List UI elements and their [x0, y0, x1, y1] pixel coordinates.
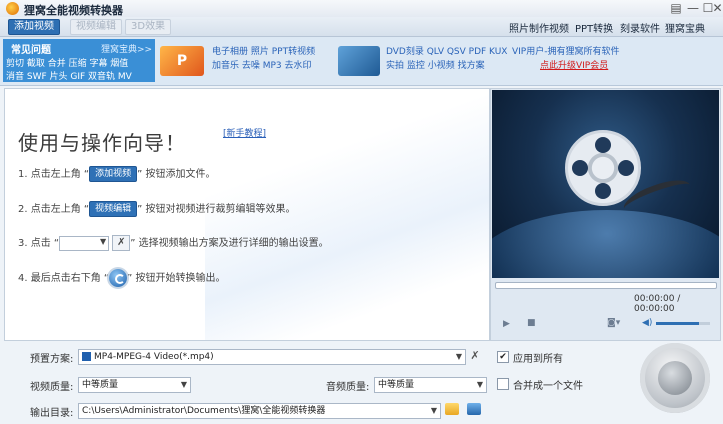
- guide-title: 使用与操作向导！: [18, 131, 186, 155]
- 3d-effects-button[interactable]: 3D效果: [125, 19, 172, 35]
- film-reel-icon: [565, 130, 641, 206]
- promo1-row1[interactable]: 电子相册 照片 PPT转视频: [212, 46, 315, 58]
- volume-slider[interactable]: [656, 322, 710, 325]
- convert-button[interactable]: [640, 343, 710, 413]
- tutorial-link[interactable]: [新手教程]: [223, 126, 266, 139]
- output-settings: 预置方案: MP4-MPEG-4 Video(*.mp4) ▼ ✗ ✔ 应用到所…: [0, 341, 723, 424]
- preset-select[interactable]: MP4-MPEG-4 Video(*.mp4) ▼: [78, 349, 466, 365]
- preview-horizon: [492, 210, 719, 278]
- link-photo-video[interactable]: 照片制作视频: [509, 20, 569, 35]
- menu-icon[interactable]: ▤: [668, 0, 684, 16]
- video-preview: [492, 90, 719, 278]
- stop-icon[interactable]: ■: [527, 318, 536, 328]
- step3-suffix: ” 选择视频输出方案及进行详细的输出设置。: [130, 238, 329, 249]
- app-title: 狸窝全能视频转换器: [24, 4, 123, 17]
- output-dir-field[interactable]: C:\Users\Administrator\Documents\狸窝\全能视频…: [78, 403, 441, 419]
- faq-links-row1[interactable]: 剪切 截取 合并 压缩 字幕 烟值: [6, 56, 128, 69]
- audio-quality-value: 中等质量: [378, 380, 415, 390]
- faq-panel: 常见问题 狸窝宝典>> 剪切 截取 合并 压缩 字幕 烟值 消音 SWF 片头 …: [3, 39, 155, 82]
- preview-panel: 00:00:00 / 00:00:00 ▶ ■ ◙▾ ◀): [490, 88, 721, 341]
- wrench-icon[interactable]: ✗: [467, 348, 483, 364]
- step4-prefix: 4. 最后点击右下角 “: [18, 273, 110, 284]
- step3-preset-select[interactable]: ▼: [59, 235, 110, 251]
- guide-step-1: 1. 点击左上角 “添加视频” 按钮添加文件。: [18, 165, 215, 182]
- snapshot-icon[interactable]: ◙▾: [607, 318, 620, 328]
- chevron-down-icon: ▼: [476, 380, 483, 389]
- step2-prefix: 2. 点击左上角 “: [18, 204, 90, 215]
- promo2-row1[interactable]: DVD刻录 QLV QSV PDF KUX: [386, 46, 507, 58]
- step1-suffix: ” 按钮添加文件。: [137, 169, 216, 180]
- step3-prefix: 3. 点击 “: [18, 238, 60, 249]
- add-video-button[interactable]: 添加视频: [8, 19, 60, 35]
- vip-promo-text: VIP用户-拥有狸窝所有软件: [512, 47, 620, 57]
- preset-value: MP4-MPEG-4 Video(*.mp4): [94, 352, 214, 362]
- link-burn-software[interactable]: 刻录软件: [620, 20, 660, 35]
- time-display: 00:00:00 / 00:00:00: [634, 294, 681, 314]
- chevron-down-icon: ▼: [455, 352, 462, 361]
- audio-quality-label: 音频质量:: [326, 382, 370, 393]
- audio-quality-select[interactable]: 中等质量 ▼: [374, 377, 487, 393]
- apply-all-label: 应用到所有: [513, 354, 563, 365]
- guide-step-3: 3. 点击 “ ▼ ✗” 选择视频输出方案及进行详细的输出设置。: [18, 234, 329, 251]
- promo1-row2[interactable]: 加音乐 去噪 MP3 去水印: [212, 60, 312, 72]
- step1-add-video-button[interactable]: 添加视频: [89, 166, 138, 182]
- convert-icon[interactable]: [109, 269, 128, 287]
- link-liwo-guide[interactable]: 狸窝宝典: [665, 20, 705, 35]
- convert-icon: [658, 361, 692, 395]
- guide-panel: 使用与操作向导！ [新手教程] 1. 点击左上角 “添加视频” 按钮添加文件。 …: [4, 88, 490, 341]
- chevron-down-icon: ▼: [430, 406, 437, 415]
- step4-suffix: ” 按钮开始转换输出。: [127, 273, 226, 284]
- chevron-down-icon: ▼: [99, 236, 107, 246]
- promo-banner: 常见问题 狸窝宝典>> 剪切 截取 合并 压缩 字幕 烟值 消音 SWF 片头 …: [0, 37, 723, 86]
- preset-label: 预置方案:: [30, 354, 74, 365]
- vip-upgrade-link[interactable]: 点此升级VIP会员: [540, 60, 608, 72]
- wrench-icon[interactable]: ✗: [112, 235, 131, 251]
- volume-fill: [656, 322, 700, 325]
- volume-icon[interactable]: ◀): [642, 318, 652, 328]
- close-icon[interactable]: ✕: [712, 0, 723, 16]
- merge-checkbox[interactable]: [497, 378, 509, 390]
- video-quality-value: 中等质量: [82, 380, 119, 390]
- faq-guide-link[interactable]: 狸窝宝典>>: [101, 42, 152, 55]
- app-logo-icon: [6, 2, 19, 15]
- open-folder-icon[interactable]: [467, 403, 481, 415]
- output-dir-label: 输出目录:: [30, 408, 74, 419]
- video-format-icon: [82, 352, 91, 361]
- play-icon[interactable]: ▶: [503, 319, 510, 329]
- folder-icon[interactable]: [445, 403, 459, 415]
- toolbar: 添加视频 视频编辑 3D效果 照片制作视频 PPT转换 刻录软件 狸窝宝典: [0, 17, 723, 37]
- guide-step-4: 4. 最后点击右下角 “ ” 按钮开始转换输出。: [18, 269, 225, 287]
- chevron-down-icon: ▼: [180, 380, 187, 389]
- guide-step-2: 2. 点击左上角 “视频编辑” 按钮对视频进行裁剪编辑等效果。: [18, 200, 295, 217]
- faq-links-row2[interactable]: 消音 SWF 片头 GIF 双音轨 MV: [6, 69, 132, 82]
- video-quality-select[interactable]: 中等质量 ▼: [78, 377, 191, 393]
- apply-all-checkbox[interactable]: ✔: [497, 351, 509, 363]
- faq-title: 常见问题: [11, 45, 51, 56]
- title-bar: 狸窝全能视频转换器 ▤ — ☐ ✕: [0, 0, 723, 18]
- minimize-icon[interactable]: —: [685, 0, 701, 16]
- seek-bar[interactable]: [495, 282, 717, 289]
- promo2-row2[interactable]: 实拍 监控 小视频 找方案: [386, 60, 485, 72]
- merge-label: 合并成一个文件: [513, 381, 583, 392]
- video-quality-label: 视频质量:: [30, 382, 74, 393]
- ppt-promo-icon: P: [160, 46, 204, 76]
- step2-edit-video-button[interactable]: 视频编辑: [89, 201, 138, 217]
- step2-suffix: ” 按钮对视频进行裁剪编辑等效果。: [137, 204, 296, 215]
- step1-prefix: 1. 点击左上角 “: [18, 169, 90, 180]
- link-ppt-convert[interactable]: PPT转换: [575, 20, 613, 35]
- edit-video-button[interactable]: 视频编辑: [70, 19, 122, 35]
- dvd-promo-icon: [338, 46, 380, 76]
- output-dir-value: C:\Users\Administrator\Documents\狸窝\全能视频…: [82, 406, 326, 416]
